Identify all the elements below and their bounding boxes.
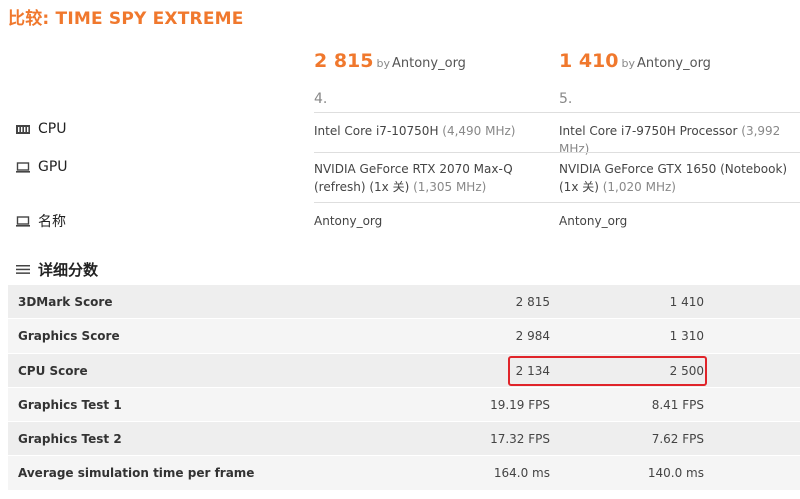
page-title: 比较: TIME SPY EXTREME [8, 9, 244, 29]
cpu-value-2-main: Intel Core i7-9750H Processor [559, 124, 738, 138]
row-value-1: 17.32 FPS [490, 432, 550, 447]
result-1-by: by [376, 57, 391, 70]
cpu-value-1-main: Intel Core i7-10750H [314, 124, 439, 138]
row-label: Average simulation time per frame [18, 466, 255, 481]
list-icon [16, 265, 30, 274]
cpu-label: CPU [16, 121, 66, 137]
cpu-value-1-clock: (4,490 MHz) [438, 124, 516, 138]
row-label: Graphics Test 2 [18, 432, 122, 447]
table-row: Graphics Test 1 19.19 FPS 8.41 FPS [8, 387, 800, 423]
laptop-icon [16, 215, 30, 227]
table-row: Graphics Test 2 17.32 FPS 7.62 FPS [8, 422, 800, 457]
table-row: Graphics Score 2 984 1 310 [8, 319, 800, 354]
divider [314, 152, 800, 153]
divider [314, 112, 800, 113]
gpu-value-2: NVIDIA GeForce GTX 1650 (Notebook) (1x 关… [559, 160, 791, 196]
detail-scores-table: 3DMark Score 2 815 1 410 Graphics Score … [8, 285, 800, 491]
name-value-2: Antony_org [559, 214, 628, 228]
result-2-rank: 5. [559, 91, 573, 107]
row-value-2: 7.62 FPS [651, 432, 704, 447]
row-value-1: 19.19 FPS [490, 397, 550, 412]
row-value-2: 1 310 [669, 329, 704, 344]
row-value-2: 140.0 ms [647, 466, 704, 481]
gpu-value-1-clock: (1,305 MHz) [409, 180, 487, 194]
detail-scores-title: 详细分数 [16, 259, 98, 280]
cpu-label-text: CPU [38, 121, 67, 137]
name-value-1: Antony_org [314, 214, 383, 228]
row-value-1: 164.0 ms [493, 466, 550, 481]
result-1-score[interactable]: 2 815 [314, 50, 374, 72]
result-2-header: 1 410 by Antony_org [559, 50, 711, 72]
gpu-label-text: GPU [38, 159, 68, 175]
row-value-2: 1 410 [669, 295, 704, 309]
name-label-text: 名称 [38, 214, 66, 230]
result-1-header: 2 815 by Antony_org [314, 50, 466, 72]
cpu-value-1: Intel Core i7-10750H (4,490 MHz) [314, 122, 546, 140]
row-value-1: 2 815 [515, 295, 550, 309]
row-label: Graphics Score [18, 329, 120, 344]
gpu-value-1: NVIDIA GeForce RTX 2070 Max-Q (refresh) … [314, 160, 546, 196]
name-label: 名称 [16, 211, 66, 231]
row-label: CPU Score [18, 363, 88, 378]
gpu-value-2-clock: (1,020 MHz) [598, 180, 676, 194]
table-row: 3DMark Score 2 815 1 410 [8, 285, 800, 320]
table-row: Average simulation time per frame 164.0 … [8, 456, 800, 491]
result-2-score[interactable]: 1 410 [559, 50, 619, 72]
result-2-user[interactable]: Antony_org [637, 56, 711, 71]
detail-scores-title-text: 详细分数 [38, 261, 99, 279]
row-value-1: 2 984 [515, 329, 550, 344]
result-1-rank: 4. [314, 91, 328, 107]
cpu-score-highlight-box [508, 356, 707, 386]
row-label: 3DMark Score [18, 295, 113, 309]
row-value-2: 8.41 FPS [651, 397, 704, 412]
divider [314, 202, 800, 203]
row-label: Graphics Test 1 [18, 397, 122, 412]
result-1-user[interactable]: Antony_org [392, 56, 466, 71]
result-2-by: by [621, 57, 636, 70]
gpu-label: GPU [16, 159, 68, 175]
cpu-icon [16, 124, 30, 134]
laptop-icon [16, 161, 30, 173]
